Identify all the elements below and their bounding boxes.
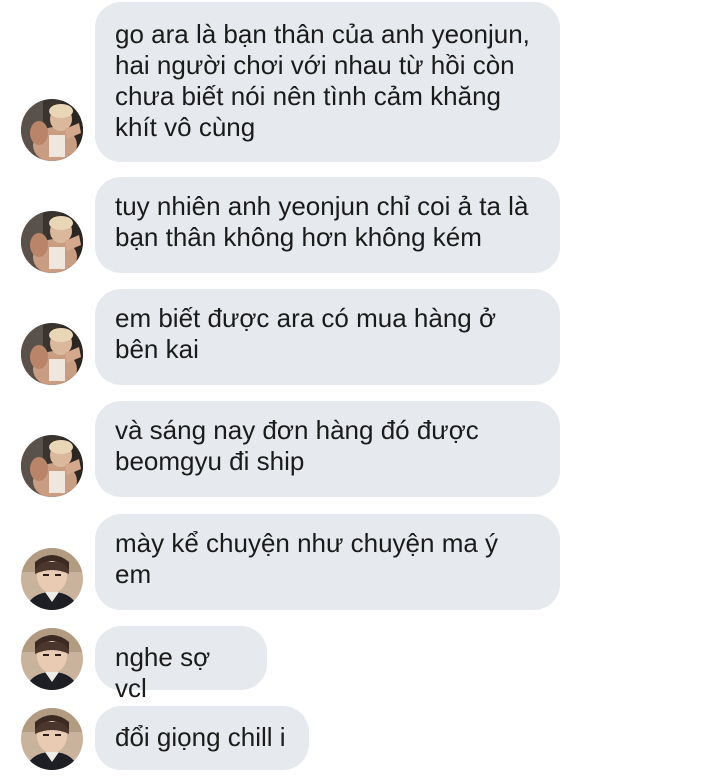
message-bubble[interactable]: go ara là bạn thân của anh yeonjun, hai … (95, 2, 560, 162)
avatar-image-icon (21, 99, 83, 161)
avatar-image-icon (21, 323, 83, 385)
message-row: mày kể chuyện như chuyện ma ý em (0, 514, 720, 610)
message-bubble[interactable]: tuy nhiên anh yeonjun chỉ coi ả ta là bạ… (95, 177, 560, 273)
message-row: nghe sợ vcl (0, 626, 720, 703)
avatar[interactable] (21, 211, 83, 273)
avatar-image-icon (21, 548, 83, 610)
message-bubble[interactable]: nghe sợ vcl (95, 626, 267, 703)
avatar[interactable] (21, 99, 83, 161)
avatar-image-icon (21, 708, 83, 770)
message-bubble[interactable]: và sáng nay đơn hàng đó được beomgyu đi … (95, 401, 560, 497)
message-bubble[interactable]: đổi giọng chill i (95, 706, 309, 770)
avatar[interactable] (21, 323, 83, 385)
message-row: và sáng nay đơn hàng đó được beomgyu đi … (0, 401, 720, 497)
message-row: go ara là bạn thân của anh yeonjun, hai … (0, 2, 720, 162)
message-bubble[interactable]: mày kể chuyện như chuyện ma ý em (95, 514, 560, 610)
avatar-image-icon (21, 211, 83, 273)
avatar[interactable] (21, 435, 83, 497)
message-row: em biết được ara có mua hàng ở bên kai (0, 289, 720, 385)
message-row: đổi giọng chill i (0, 706, 720, 770)
message-bubble[interactable]: em biết được ara có mua hàng ở bên kai (95, 289, 560, 385)
avatar-image-icon (21, 628, 83, 690)
avatar-image-icon (21, 435, 83, 497)
avatar[interactable] (21, 548, 83, 610)
avatar[interactable] (21, 628, 83, 690)
avatar[interactable] (21, 708, 83, 770)
message-row: tuy nhiên anh yeonjun chỉ coi ả ta là bạ… (0, 177, 720, 273)
chat-thread: go ara là bạn thân của anh yeonjun, hai … (0, 0, 720, 782)
